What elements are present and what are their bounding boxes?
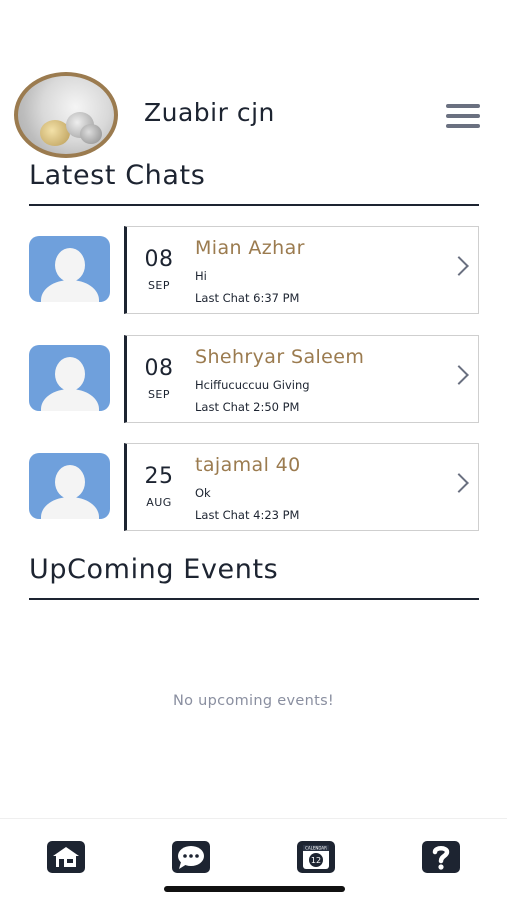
user-placeholder-icon — [29, 453, 110, 519]
calendar-icon: CALENDAR 12 — [303, 845, 329, 869]
home-icon — [53, 847, 79, 867]
chat-card[interactable]: 08 SEP Shehryar Saleem Hciffucuccuu Givi… — [124, 335, 479, 423]
chat-last-message: Hciffucuccuu Giving — [195, 378, 310, 392]
calendar-day: 12 — [311, 856, 321, 865]
chevron-right-icon — [449, 365, 469, 385]
hamburger-menu-icon[interactable] — [446, 104, 480, 128]
chat-day: 25 — [144, 464, 174, 489]
profile-name: Zuabir cjn — [144, 98, 275, 127]
chat-card[interactable]: 08 SEP Mian Azhar Hi Last Chat 6:37 PM — [124, 226, 479, 314]
chat-tab[interactable] — [172, 841, 210, 873]
chat-row[interactable]: 08 SEP Shehryar Saleem Hciffucuccuu Givi… — [29, 335, 479, 425]
latest-chats-title: Latest Chats — [29, 160, 206, 191]
profile-header: Zuabir cjn — [0, 70, 507, 162]
chat-month: SEP — [147, 388, 171, 401]
avatar-photo-detail — [80, 124, 102, 144]
chat-contact-name: Mian Azhar — [195, 237, 305, 259]
section-divider — [29, 204, 479, 206]
calendar-tab[interactable]: CALENDAR 12 — [297, 841, 335, 873]
chat-bubble-icon — [178, 846, 204, 869]
chat-last-time: Last Chat 2:50 PM — [195, 400, 300, 414]
chat-last-message: Hi — [195, 269, 207, 283]
chat-day: 08 — [144, 356, 174, 381]
chat-last-time: Last Chat 4:23 PM — [195, 508, 300, 522]
section-divider — [29, 598, 479, 600]
chat-row[interactable]: 25 AUG tajamal 40 Ok Last Chat 4:23 PM — [29, 443, 479, 533]
profile-avatar[interactable] — [14, 72, 118, 158]
chat-last-time: Last Chat 6:37 PM — [195, 291, 300, 305]
calendar-label: CALENDAR — [305, 846, 327, 851]
empty-events-message: No upcoming events! — [172, 693, 335, 709]
chat-month: SEP — [147, 279, 171, 292]
chat-last-message: Ok — [195, 486, 211, 500]
chat-row[interactable]: 08 SEP Mian Azhar Hi Last Chat 6:37 PM — [29, 226, 479, 316]
upcoming-events-title: UpComing Events — [29, 554, 279, 585]
user-placeholder-icon — [29, 236, 110, 302]
chevron-right-icon — [449, 256, 469, 276]
chat-day: 08 — [144, 247, 174, 272]
chat-contact-name: tajamal 40 — [195, 454, 301, 476]
chevron-right-icon — [449, 473, 469, 493]
help-tab[interactable] — [422, 841, 460, 873]
chat-month: AUG — [146, 496, 172, 509]
home-indicator — [164, 886, 345, 892]
chat-card[interactable]: 25 AUG tajamal 40 Ok Last Chat 4:23 PM — [124, 443, 479, 531]
chat-contact-name: Shehryar Saleem — [195, 346, 365, 368]
question-mark-icon — [432, 846, 450, 870]
home-tab[interactable] — [47, 841, 85, 873]
user-placeholder-icon — [29, 345, 110, 411]
